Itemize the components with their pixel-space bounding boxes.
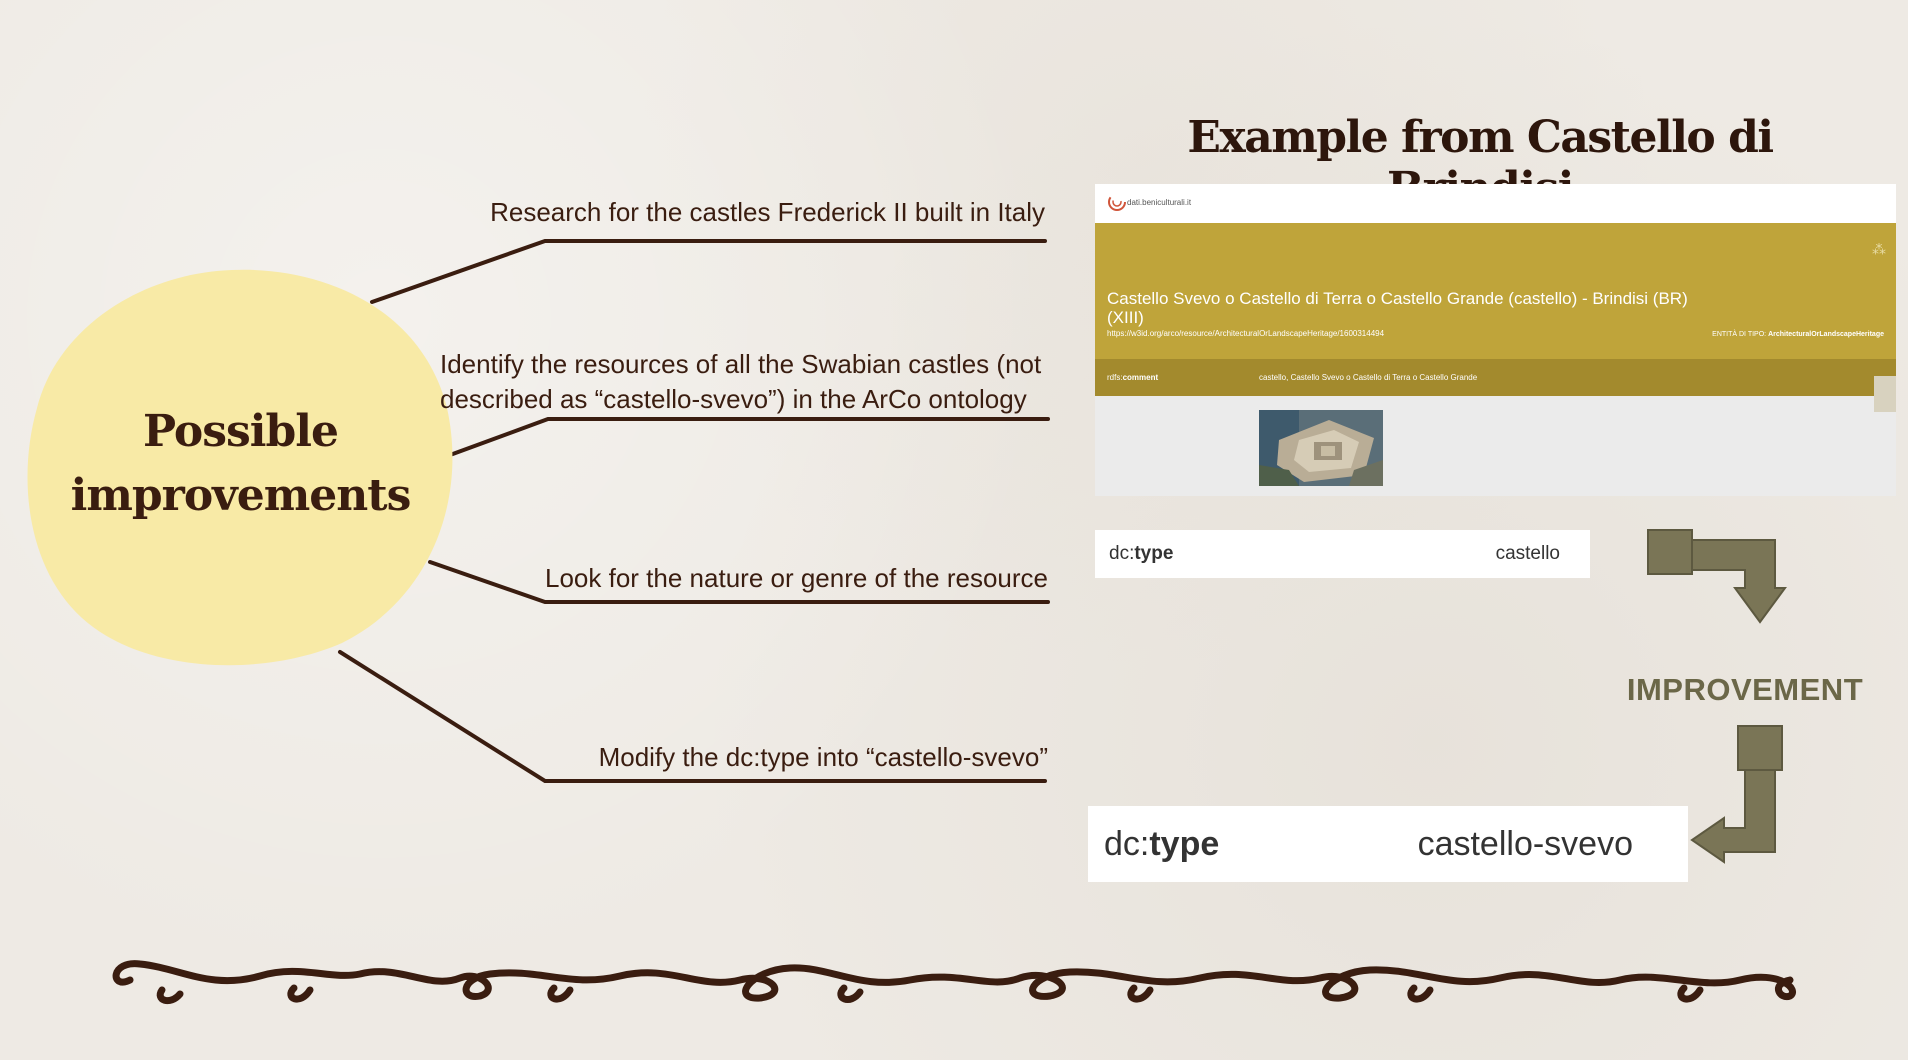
arrow-bottom-square	[1737, 725, 1783, 771]
improvement-arrows	[1647, 529, 1787, 864]
dc-type-improved-value: castello-svevo	[1417, 825, 1633, 863]
arrow-bottom-shape	[1690, 769, 1776, 864]
arrow-top-shape	[1691, 539, 1787, 624]
dc-type-improved-row: dc:type castello-svevo	[1088, 806, 1688, 882]
improvement-label: IMPROVEMENT	[1626, 672, 1864, 707]
dc-type-improved-key: dc:type	[1104, 825, 1219, 864]
dc-type-improved-prefix: dc:	[1104, 825, 1150, 863]
arrow-top-square	[1647, 529, 1693, 575]
decorative-swirl-border	[112, 960, 1796, 1005]
dc-type-improved-key-bold: type	[1149, 825, 1220, 863]
